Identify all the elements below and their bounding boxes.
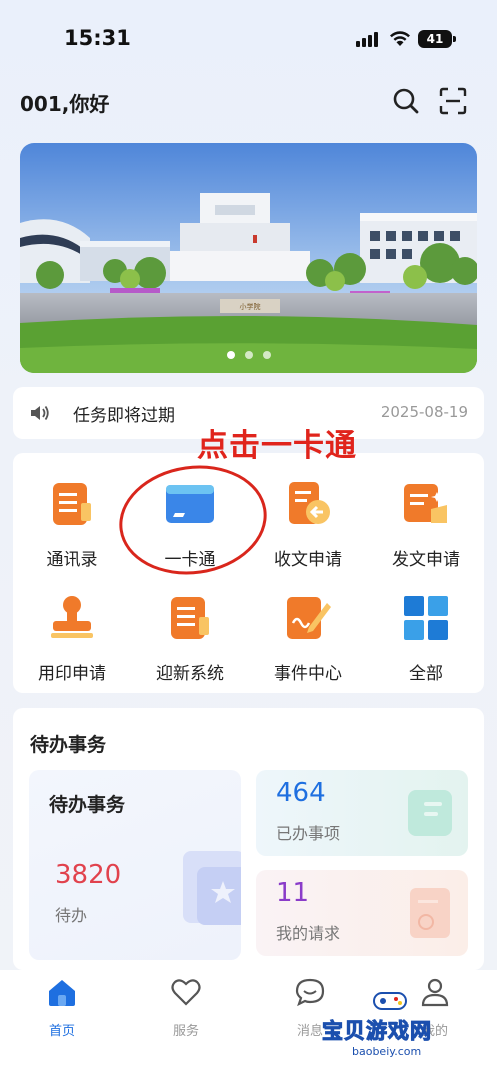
request-count: 11 xyxy=(276,878,310,908)
request-doc-icon xyxy=(410,888,450,938)
wifi-icon xyxy=(390,31,410,46)
done-count: 464 xyxy=(276,778,326,808)
send-doc-icon xyxy=(404,484,447,523)
app-label: 发文申请 xyxy=(392,550,460,570)
tab-service[interactable]: 服务 xyxy=(146,976,226,1039)
app-stamp-request[interactable]: 用印申请 xyxy=(13,593,131,684)
site-watermark: 宝贝游戏网 baobeiy.com xyxy=(318,985,468,1065)
app-receive-document[interactable]: 收文申请 xyxy=(249,479,367,570)
heart-icon xyxy=(171,979,201,1006)
battery-icon: 41 xyxy=(418,30,456,48)
pager-dot[interactable] xyxy=(244,351,253,359)
campus-sign: 小学院 xyxy=(240,302,261,311)
request-label: 我的请求 xyxy=(276,924,341,943)
receive-doc-icon xyxy=(289,482,330,524)
done-folder-icon xyxy=(408,790,452,836)
pending-count: 3820 xyxy=(55,860,122,890)
tab-home[interactable]: 首页 xyxy=(22,976,102,1039)
stamp-icon xyxy=(51,596,93,638)
home-icon xyxy=(49,980,75,1006)
speaker-icon xyxy=(31,405,49,421)
watermark-url: baobeiy.com xyxy=(348,1045,426,1058)
app-label: 事件中心 xyxy=(274,664,342,684)
tutorial-annotation: 点击一卡通 xyxy=(197,428,357,464)
cellular-signal-icon xyxy=(356,32,378,47)
app-contacts[interactable]: 通讯录 xyxy=(13,479,131,570)
done-card[interactable]: 464 已办事项 xyxy=(256,770,468,856)
campus-photo: 小学院 xyxy=(20,143,477,373)
app-label: 用印申请 xyxy=(38,664,106,684)
app-welcome-system[interactable]: 迎新系统 xyxy=(131,593,249,684)
watermark-text: 宝贝游戏网 xyxy=(322,1019,432,1044)
done-label: 已办事项 xyxy=(276,824,341,843)
notice-date: 2025-08-19 xyxy=(380,403,468,421)
app-all[interactable]: 全部 xyxy=(367,593,485,684)
section-title: 待办事务 xyxy=(30,734,107,756)
todo-section: 待办事务 待办事务 3820 待办 464 已办事项 11 我的请求 xyxy=(13,708,484,970)
app-label: 通讯录 xyxy=(46,550,98,570)
pager-dot[interactable] xyxy=(262,351,271,359)
tab-label: 服务 xyxy=(172,1024,199,1039)
app-event-center[interactable]: 事件中心 xyxy=(249,593,367,684)
greeting-text: 001,你好 xyxy=(20,92,110,116)
gamepad-icon xyxy=(373,992,407,1010)
request-card[interactable]: 11 我的请求 xyxy=(256,870,468,956)
notice-text: 任务即将过期 xyxy=(73,406,175,426)
scan-icon[interactable] xyxy=(438,86,468,116)
pending-card[interactable]: 待办事务 3820 待办 xyxy=(29,770,241,960)
app-send-document[interactable]: 发文申请 xyxy=(367,479,485,570)
event-center-icon xyxy=(287,597,331,639)
welcome-system-icon xyxy=(171,597,209,639)
app-label: 迎新系统 xyxy=(156,664,224,684)
pending-label: 待办 xyxy=(55,906,88,925)
app-label: 全部 xyxy=(409,664,443,684)
app-label: 收文申请 xyxy=(274,550,342,570)
campus-banner[interactable]: 小学院 xyxy=(20,143,477,373)
status-time: 15:31 xyxy=(64,26,131,50)
grid-all-icon xyxy=(404,596,448,640)
status-bar: 15:31 41 xyxy=(0,0,497,72)
pager-dot[interactable] xyxy=(226,351,235,359)
pending-card-title: 待办事务 xyxy=(49,794,126,816)
contacts-icon xyxy=(53,483,91,525)
folder-star-icon xyxy=(183,851,241,925)
tab-label: 首页 xyxy=(48,1024,75,1039)
banner-pager[interactable] xyxy=(20,351,477,359)
search-icon[interactable] xyxy=(391,86,421,116)
